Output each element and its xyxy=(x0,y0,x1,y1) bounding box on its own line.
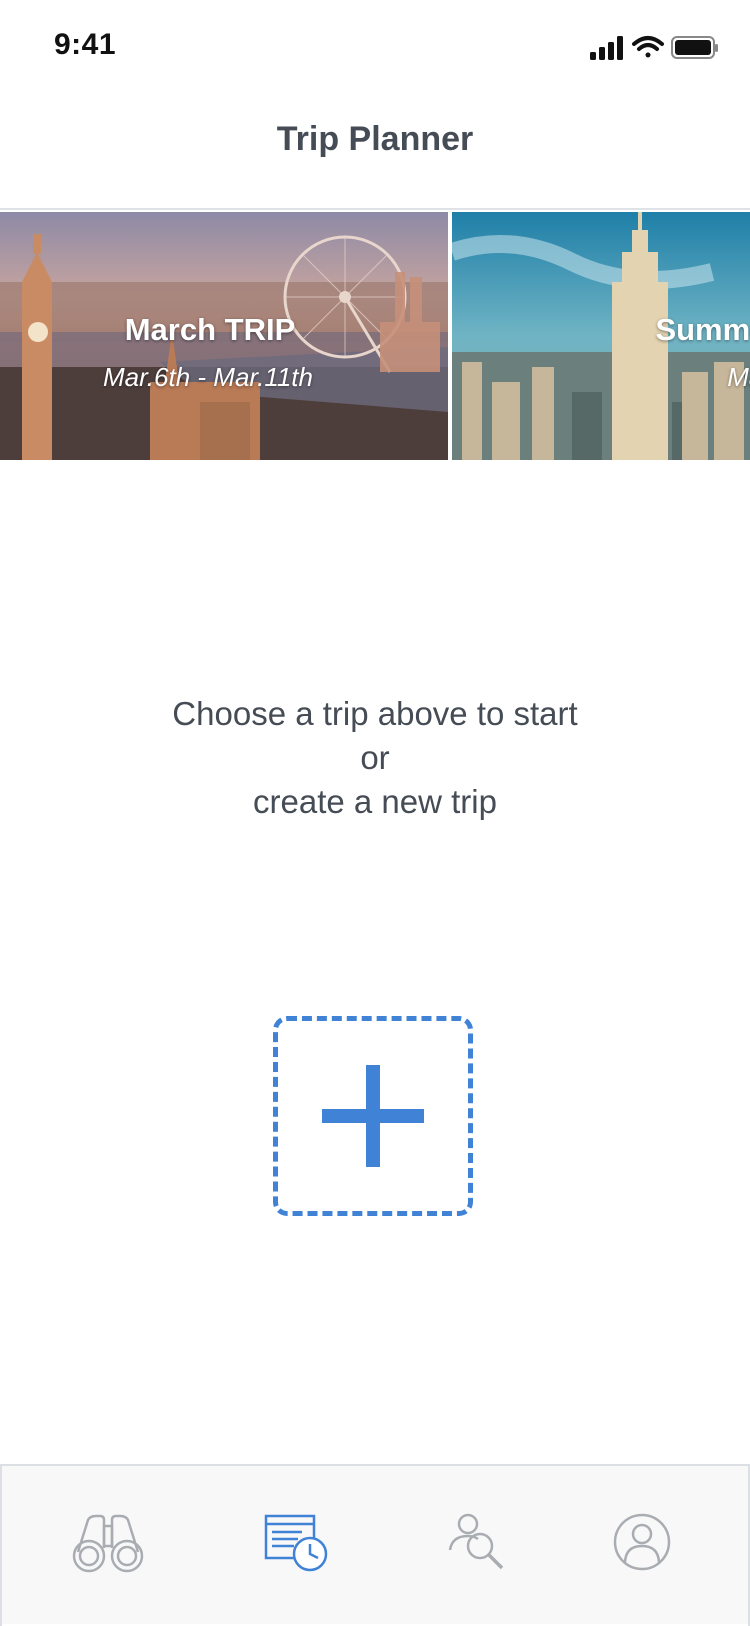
tab-bar xyxy=(0,1464,750,1626)
signal-icon xyxy=(590,36,623,60)
user-search-icon xyxy=(448,1513,504,1570)
battery-icon xyxy=(671,36,718,59)
status-time: 9:41 xyxy=(54,28,117,61)
trip-dates: May 1 xyxy=(727,362,750,392)
tab-find-people[interactable] xyxy=(446,1512,526,1582)
tab-profile[interactable] xyxy=(612,1512,692,1582)
trip-name: March TRIP xyxy=(124,312,296,347)
empty-state-line-3: create a new trip xyxy=(253,783,497,820)
status-icons xyxy=(590,34,720,62)
trip-card-march[interactable]: March TRIP Mar.6th - Mar.11th xyxy=(0,212,448,460)
empty-state-line-1: Choose a trip above to start xyxy=(172,695,578,732)
binoculars-icon xyxy=(72,1514,144,1573)
profile-icon xyxy=(613,1513,671,1571)
tab-bar-edge xyxy=(0,1466,2,1626)
tab-explore[interactable] xyxy=(70,1512,150,1582)
trip-name: Summer Tri xyxy=(655,312,750,347)
trip-card-summer[interactable]: Summer Tri May 1 xyxy=(452,212,750,460)
trip-dates: Mar.6th - Mar.11th xyxy=(103,362,313,392)
empty-state-message: Choose a trip above to start or create a… xyxy=(0,692,750,824)
tab-trips[interactable] xyxy=(262,1512,342,1582)
trip-carousel[interactable]: March TRIP Mar.6th - Mar.11th Summ M xyxy=(0,208,750,462)
add-trip-button[interactable] xyxy=(273,1016,473,1216)
wifi-icon xyxy=(632,36,664,58)
page-title: Trip Planner xyxy=(276,120,474,158)
plus-icon xyxy=(322,1065,424,1167)
itinerary-clock-icon xyxy=(264,1514,328,1572)
empty-state-line-2: or xyxy=(360,739,390,776)
status-bar: 9:41 xyxy=(0,0,750,96)
